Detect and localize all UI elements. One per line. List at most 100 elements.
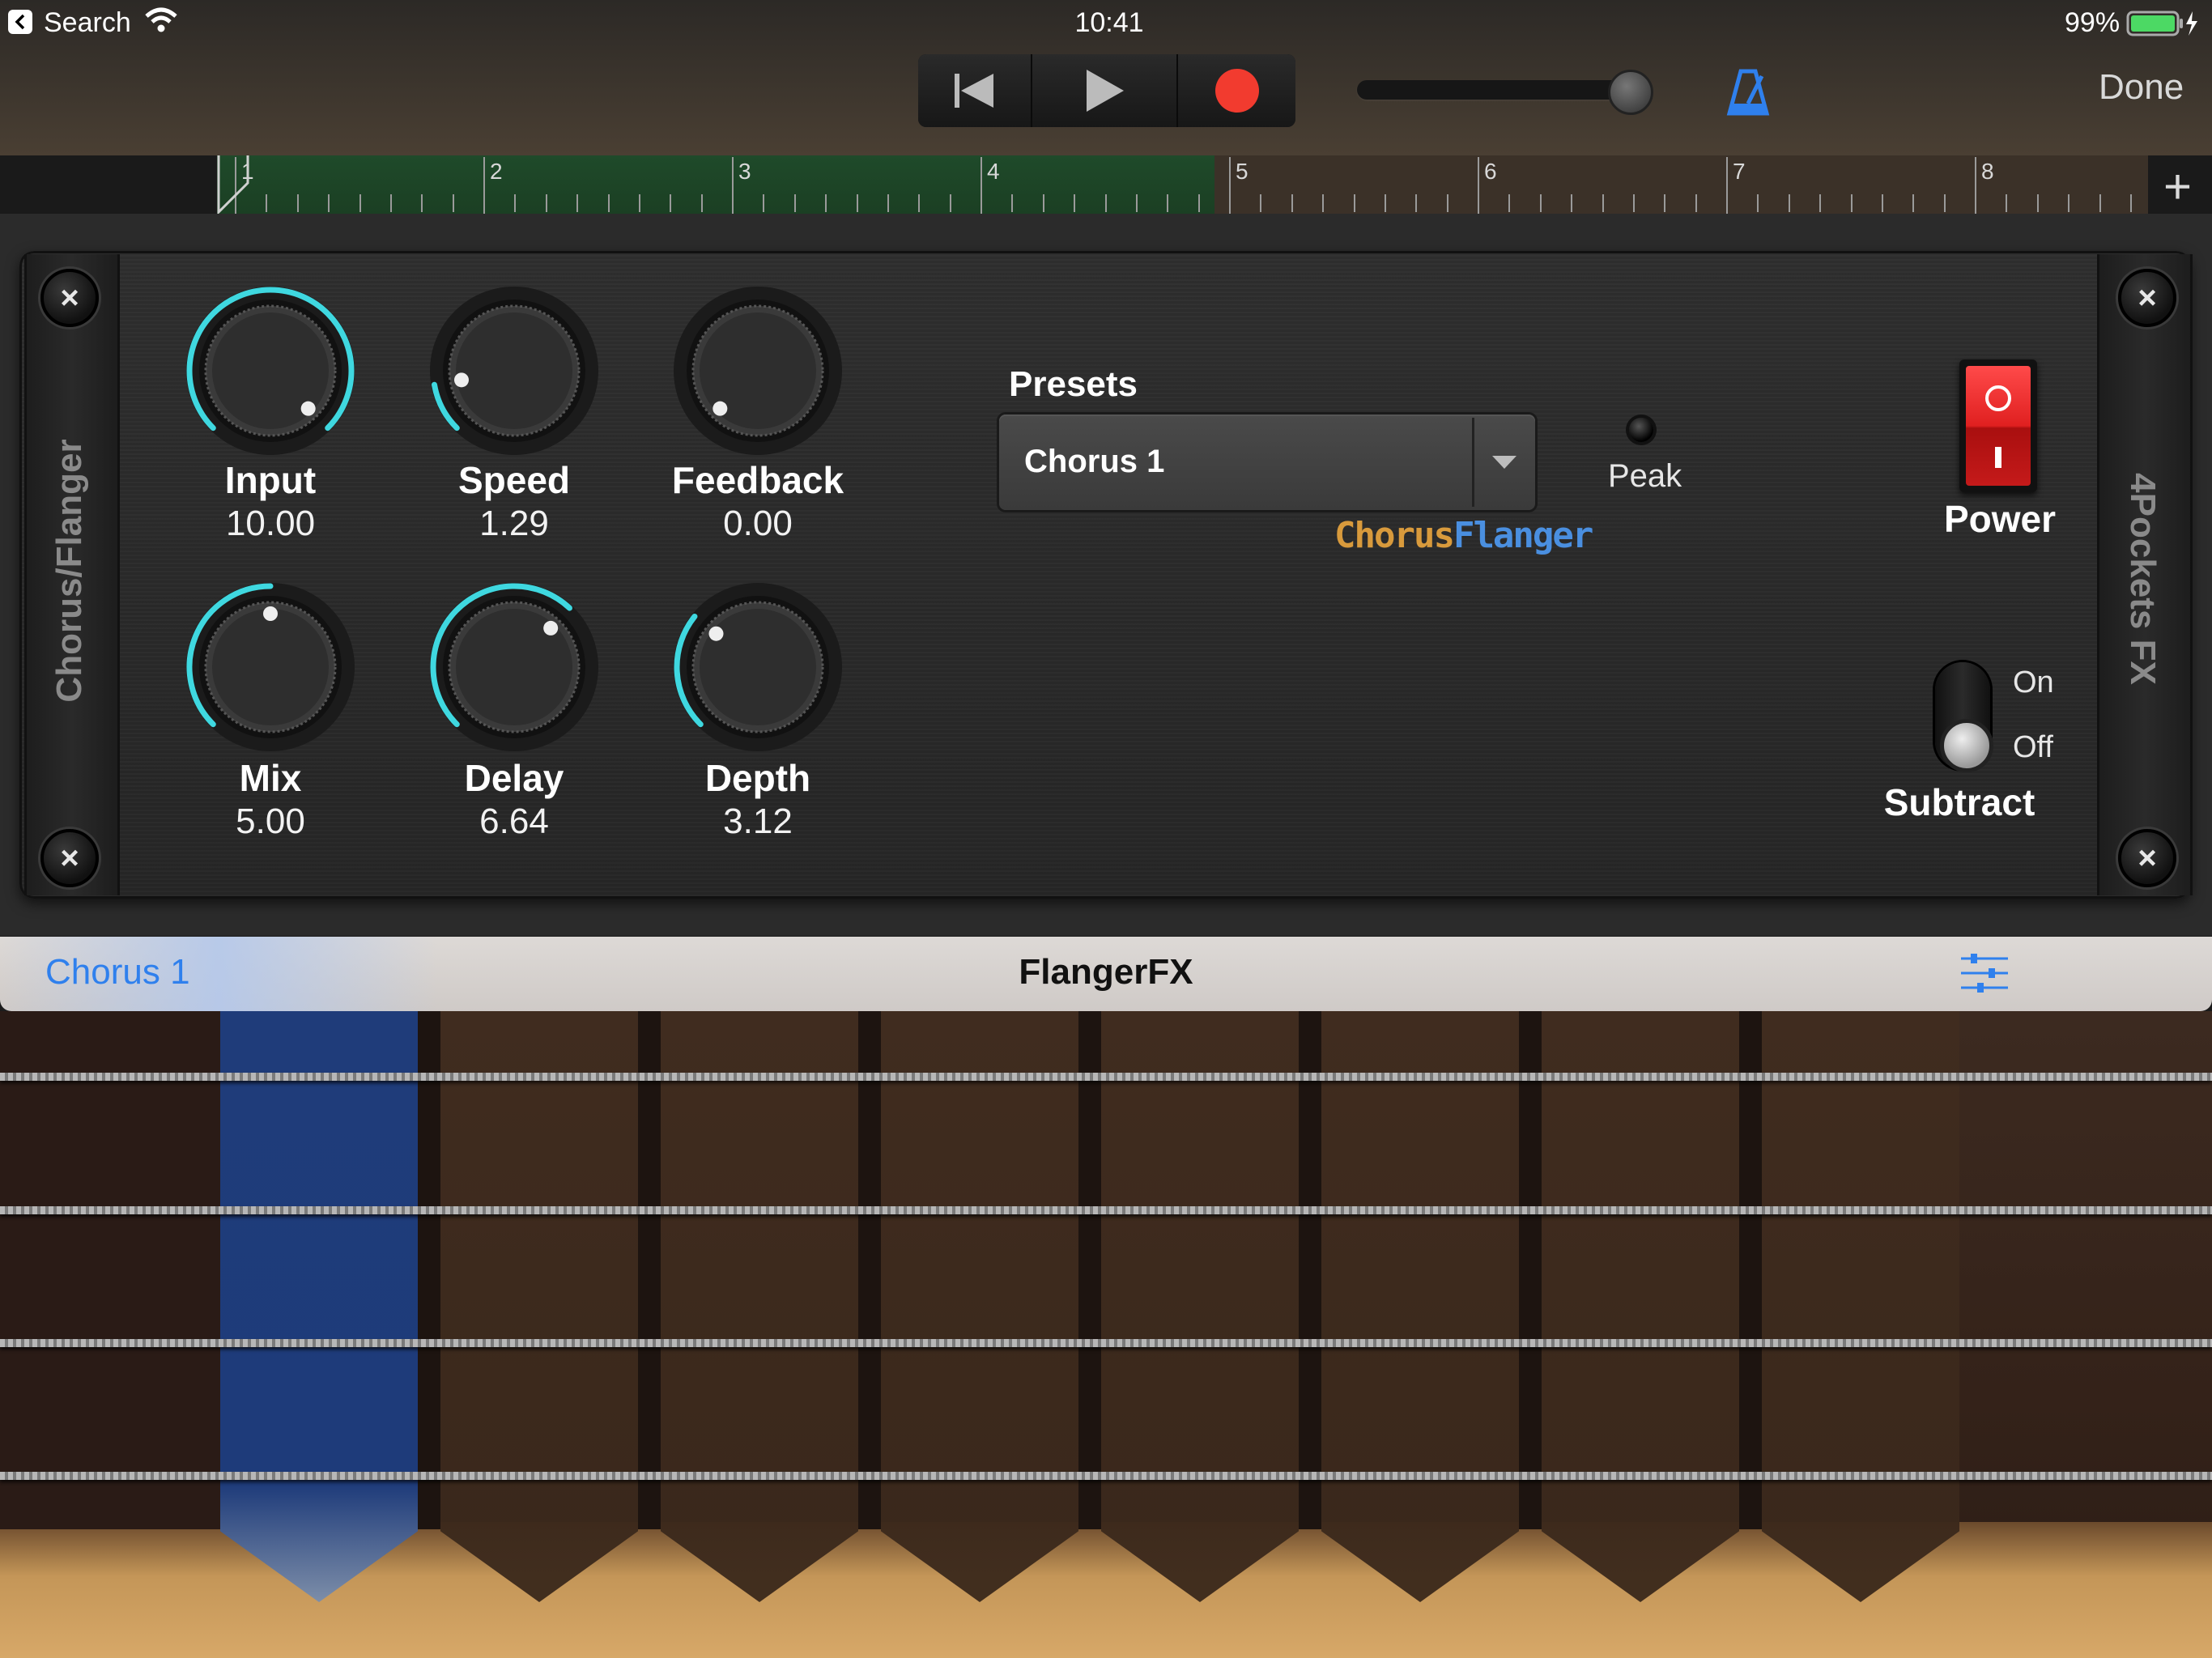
master-volume-slider[interactable] — [1357, 80, 1648, 100]
ruler-tick — [700, 194, 703, 212]
ruler-tick — [732, 157, 734, 214]
sliders-icon[interactable] — [1959, 952, 2010, 998]
volume-slider-thumb[interactable] — [1607, 70, 1653, 115]
ruler-tick — [825, 194, 827, 212]
ruler-tick — [1695, 194, 1697, 212]
knob-label: Mix — [239, 757, 302, 799]
play-button[interactable] — [1032, 54, 1179, 127]
back-to-app-label[interactable]: Search — [44, 7, 131, 39]
fret-4[interactable] — [881, 1011, 1078, 1602]
fret-2[interactable] — [440, 1011, 638, 1602]
fret-8[interactable] — [1762, 1011, 1959, 1602]
ruler-tick — [1353, 194, 1355, 212]
wifi-icon — [144, 6, 178, 38]
dropdown-arrow-icon[interactable] — [1472, 418, 1534, 507]
screw-icon: × — [2118, 829, 2176, 887]
fret-3[interactable] — [661, 1011, 858, 1602]
fret-5[interactable] — [1101, 1011, 1299, 1602]
ruler-tick — [1167, 194, 1169, 212]
knob-value: 3.12 — [723, 801, 793, 841]
battery-icon — [2126, 10, 2202, 41]
ruler-tick — [2129, 194, 2132, 212]
knob-mix[interactable] — [181, 578, 359, 756]
ruler-tick — [1726, 157, 1728, 214]
screw-icon: × — [40, 829, 99, 887]
subtract-off-label: Off — [2013, 730, 2053, 764]
ruler-tick — [1881, 194, 1883, 212]
string[interactable] — [0, 1206, 2212, 1214]
ruler-tick — [576, 194, 579, 212]
ruler-tick — [2068, 194, 2070, 212]
string[interactable] — [0, 1472, 2212, 1480]
ruler-tick — [856, 194, 858, 212]
record-button[interactable] — [1178, 54, 1295, 127]
back-chevron-icon[interactable] — [8, 10, 32, 34]
peak-label: Peak — [1608, 458, 1682, 494]
ruler-tick — [638, 194, 640, 212]
ruler-tick — [266, 194, 268, 212]
ruler-tick — [2099, 194, 2101, 212]
bar-number: 4 — [987, 159, 1000, 184]
knob-value: 6.64 — [479, 801, 549, 841]
ruler-tick — [1384, 194, 1386, 212]
playhead-icon[interactable] — [217, 155, 249, 218]
bar-number: 5 — [1236, 159, 1249, 184]
ruler-tick — [359, 194, 361, 212]
ruler-tick — [389, 194, 392, 212]
ruler-tick — [1943, 194, 1946, 212]
bar-number: 2 — [490, 159, 503, 184]
ruler-tick — [1260, 194, 1262, 212]
ruler-tick — [2036, 194, 2039, 212]
ruler-tick — [981, 157, 982, 214]
power-rocker-icon[interactable] — [1966, 366, 2031, 486]
vendor-label: 4Pockets FX — [2123, 473, 2163, 685]
power-label: Power — [1943, 498, 2057, 540]
clock: 10:41 — [1074, 7, 1144, 38]
rewind-icon — [955, 74, 994, 108]
ruler-tick — [793, 194, 796, 212]
knob-delay[interactable] — [425, 578, 603, 756]
string[interactable] — [0, 1073, 2212, 1081]
ruler-tick — [1322, 194, 1325, 212]
ruler-tick — [1135, 194, 1138, 212]
knob-value: 1.29 — [479, 504, 549, 543]
preset-selected-value[interactable]: Chorus 1 — [1024, 444, 1164, 480]
metronome-icon[interactable] — [1726, 68, 1770, 121]
fret-wire — [1299, 1011, 1321, 1529]
ruler-tick — [421, 194, 423, 212]
string[interactable] — [0, 1339, 2212, 1347]
knob-label: Speed — [457, 459, 571, 501]
ruler-tick — [1011, 194, 1014, 212]
fret-7[interactable] — [1542, 1011, 1739, 1602]
done-button[interactable]: Done — [2099, 67, 2184, 108]
instrument-title: FlangerFX — [1019, 952, 1193, 992]
knob-depth[interactable] — [669, 578, 847, 756]
ruler-tick — [1291, 194, 1293, 212]
fret-6[interactable] — [1321, 1011, 1519, 1602]
ruler-tick — [1446, 194, 1448, 212]
brand-chorus: Chorus — [1334, 515, 1455, 556]
timeline-region[interactable] — [217, 155, 1214, 214]
knob-speed[interactable] — [425, 282, 603, 460]
presets-title: Presets — [1009, 364, 1138, 404]
subtract-label: Subtract — [1883, 781, 2035, 823]
fret-nut — [0, 1011, 220, 1529]
rewind-button[interactable] — [918, 54, 1032, 127]
knob-feedback[interactable] — [669, 282, 847, 460]
ruler-tick — [607, 194, 610, 212]
knob-input[interactable] — [181, 282, 359, 460]
ruler-tick — [452, 194, 454, 212]
add-section-button[interactable]: + — [2163, 159, 2192, 215]
subtract-on-label: On — [2013, 665, 2054, 699]
ruler-tick — [1415, 194, 1418, 212]
ruler-tick — [887, 194, 889, 212]
fret-wire — [638, 1011, 661, 1529]
preset-link[interactable]: Chorus 1 — [45, 952, 190, 993]
subtract-toggle-thumb[interactable] — [1940, 719, 1993, 772]
ruler-tick — [1632, 194, 1635, 212]
ruler-tick — [1478, 157, 1479, 214]
knob-label: Feedback — [671, 459, 844, 501]
transport-controls — [918, 54, 1295, 127]
fret-1[interactable] — [220, 1011, 418, 1602]
ruler-tick — [1074, 194, 1076, 212]
